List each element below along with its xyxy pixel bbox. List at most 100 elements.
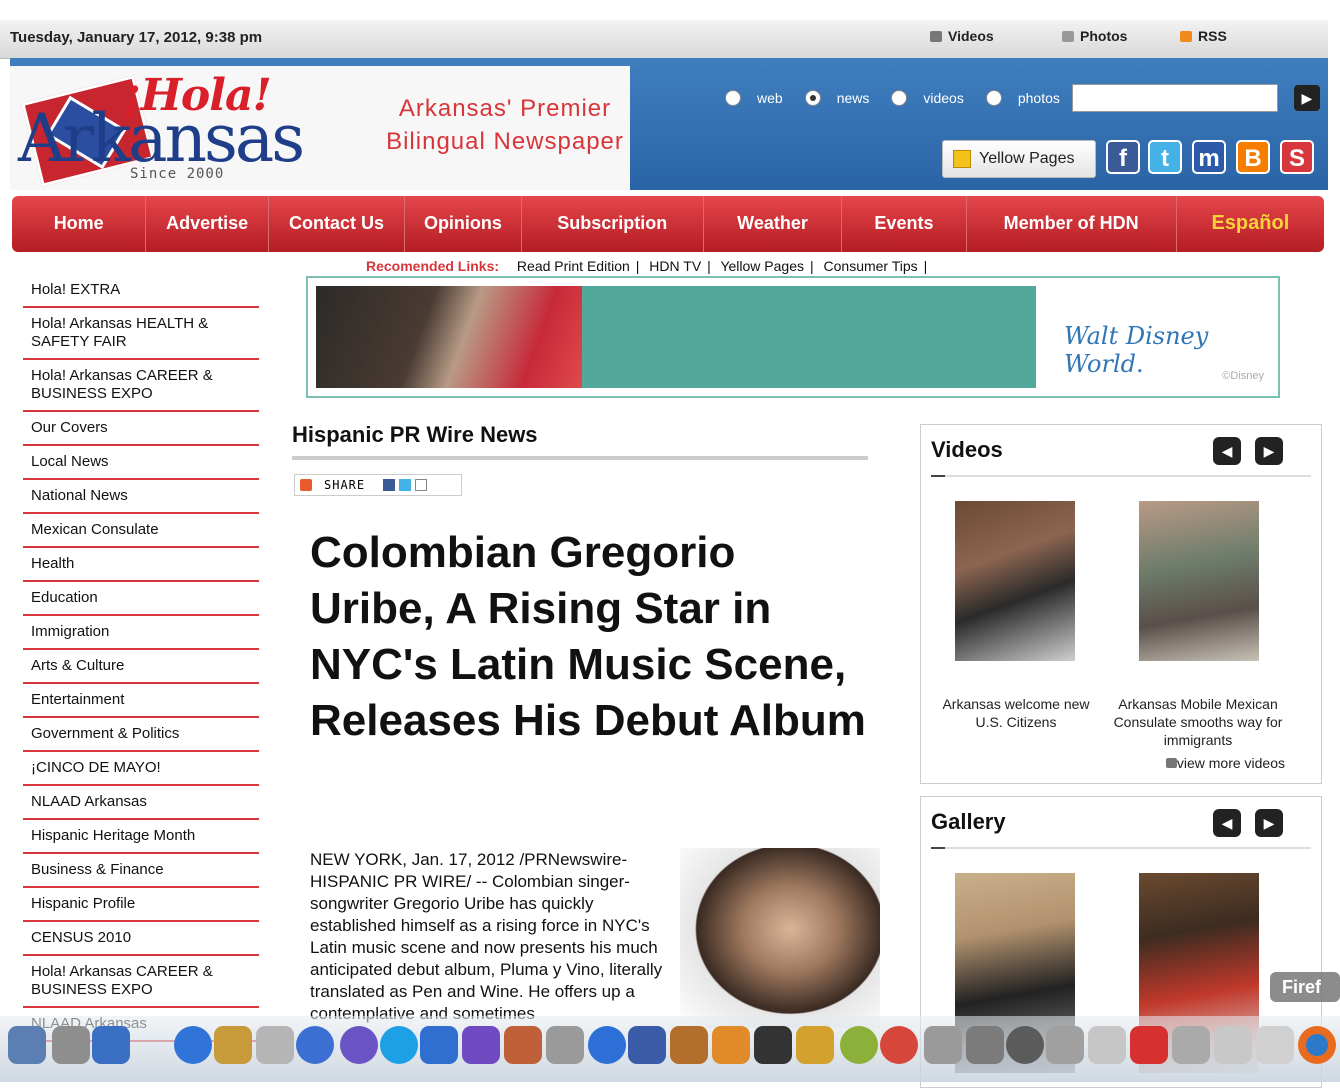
sidebar-item-hispanic-heritage[interactable]: Hispanic Heritage Month <box>23 820 259 854</box>
nav-opinions[interactable]: Opinions <box>405 196 522 252</box>
app-icon[interactable] <box>546 1026 584 1064</box>
utility-icon[interactable] <box>256 1026 294 1064</box>
sidebar-item-education[interactable]: Education <box>23 582 259 616</box>
yellow-pages-button[interactable]: Yellow Pages <box>942 140 1096 178</box>
radio-videos-label[interactable]: videos <box>923 90 963 106</box>
finder-icon[interactable] <box>8 1026 46 1064</box>
blogger-icon[interactable]: B <box>1236 140 1270 174</box>
rss-link[interactable]: RSS <box>1180 28 1227 44</box>
facebook-icon[interactable]: f <box>1106 140 1140 174</box>
email-icon[interactable] <box>415 479 428 491</box>
radio-photos[interactable] <box>985 90 1002 106</box>
dvd-icon[interactable] <box>174 1026 212 1064</box>
myspace-icon[interactable]: m <box>1192 140 1226 174</box>
app-icon[interactable] <box>92 1026 130 1064</box>
powerpoint-icon[interactable] <box>504 1026 542 1064</box>
app-icon[interactable] <box>1006 1026 1044 1064</box>
app-icon[interactable] <box>628 1026 666 1064</box>
link-hdn-tv[interactable]: HDN TV <box>649 258 701 274</box>
videos-link[interactable]: Videos <box>930 28 994 44</box>
sidebar-item-immigration[interactable]: Immigration <box>23 616 259 650</box>
nav-weather[interactable]: Weather <box>704 196 843 252</box>
videos-next-button[interactable]: ▶ <box>1255 437 1283 465</box>
sidebar-item-hola-extra[interactable]: Hola! EXTRA <box>23 274 259 308</box>
preview-icon[interactable] <box>214 1026 252 1064</box>
link-read-print-edition[interactable]: Read Print Edition <box>517 258 630 274</box>
sidebar-item-census-2010[interactable]: CENSUS 2010 <box>23 922 259 956</box>
nav-espanol[interactable]: Español <box>1177 196 1324 252</box>
app-icon[interactable] <box>880 1026 918 1064</box>
sidebar-item-our-covers[interactable]: Our Covers <box>23 412 259 446</box>
nav-events[interactable]: Events <box>842 196 967 252</box>
radio-photos-label[interactable]: photos <box>1018 90 1060 106</box>
pro-icon[interactable] <box>296 1026 334 1064</box>
sidebar-item-cinco-de-mayo[interactable]: ¡CINCO DE MAYO! <box>23 752 259 786</box>
sidebar-item-nlaad[interactable]: NLAAD Arkansas <box>23 786 259 820</box>
sidebar-item-hispanic-profile[interactable]: Hispanic Profile <box>23 888 259 922</box>
sidebar-item-career-expo[interactable]: Hola! Arkansas CAREER & BUSINESS EXPO <box>23 360 259 412</box>
app-icon[interactable] <box>340 1026 378 1064</box>
sidebar-item-national-news[interactable]: National News <box>23 480 259 514</box>
link-consumer-tips[interactable]: Consumer Tips <box>824 258 918 274</box>
photos-link-label[interactable]: Photos <box>1080 28 1127 44</box>
photo-icon[interactable] <box>52 1026 90 1064</box>
sidebar-item-government-politics[interactable]: Government & Politics <box>23 718 259 752</box>
sidebar-item-local-news[interactable]: Local News <box>23 446 259 480</box>
sidebar-item-arts-culture[interactable]: Arts & Culture <box>23 650 259 684</box>
video-caption-citizens[interactable]: Arkansas welcome new U.S. Citizens <box>931 695 1101 731</box>
videos-prev-button[interactable]: ◀ <box>1213 437 1241 465</box>
app-icon[interactable] <box>462 1026 500 1064</box>
sidebar-item-mexican-consulate[interactable]: Mexican Consulate <box>23 514 259 548</box>
share-button[interactable]: SHARE <box>294 474 462 496</box>
nav-subscription[interactable]: Subscription <box>522 196 704 252</box>
nav-advertise[interactable]: Advertise <box>146 196 269 252</box>
app-icon[interactable] <box>796 1026 834 1064</box>
sidebar-item-business-finance[interactable]: Business & Finance <box>23 854 259 888</box>
link-yellow-pages[interactable]: Yellow Pages <box>720 258 804 274</box>
twitter-icon[interactable] <box>399 479 412 491</box>
app-icon[interactable] <box>1046 1026 1084 1064</box>
radio-news[interactable] <box>804 90 821 106</box>
app-icon[interactable] <box>1088 1026 1126 1064</box>
app-icon[interactable] <box>1172 1026 1210 1064</box>
view-more-videos-label[interactable]: view more videos <box>1177 755 1285 771</box>
sidebar-item-career-expo-2[interactable]: Hola! Arkansas CAREER & BUSINESS EXPO <box>23 956 259 1008</box>
sidebar-item-health[interactable]: Health <box>23 548 259 582</box>
video-caption-consulate[interactable]: Arkansas Mobile Mexican Consulate smooth… <box>1113 695 1283 749</box>
garageband-icon[interactable] <box>670 1026 708 1064</box>
radio-news-label[interactable]: news <box>837 90 870 106</box>
video-thumb-citizens[interactable] <box>955 501 1075 661</box>
sidebar-item-health-safety-fair[interactable]: Hola! Arkansas HEALTH & SAFETY FAIR <box>23 308 259 360</box>
facebook-icon[interactable] <box>383 479 396 491</box>
logo[interactable]: ¡Hola! Arkansas Since 2000 Arkansas' Pre… <box>10 66 630 190</box>
search-input[interactable] <box>1071 84 1278 112</box>
nav-contact-us[interactable]: Contact Us <box>269 196 406 252</box>
firefox-icon[interactable] <box>1298 1026 1336 1064</box>
video-thumb-consulate[interactable] <box>1139 501 1259 661</box>
app-icon[interactable] <box>840 1026 878 1064</box>
gallery-next-button[interactable]: ▶ <box>1255 809 1283 837</box>
stumbleupon-icon[interactable]: S <box>1280 140 1314 174</box>
search-go-button[interactable]: ▶ <box>1293 85 1320 111</box>
disney-banner-ad[interactable]: Walt Disney World. ©Disney <box>306 276 1280 398</box>
nav-home[interactable]: Home <box>12 196 147 252</box>
nav-member-of-hdn[interactable]: Member of HDN <box>967 196 1177 252</box>
photos-link[interactable]: Photos <box>1062 28 1127 44</box>
radio-web[interactable] <box>725 90 741 106</box>
twitter-icon[interactable]: t <box>1148 140 1182 174</box>
rss-link-label[interactable]: RSS <box>1198 28 1227 44</box>
sidebar-item-entertainment[interactable]: Entertainment <box>23 684 259 718</box>
radio-web-label[interactable]: web <box>757 90 783 106</box>
view-more-videos-link[interactable]: view more videos <box>1165 755 1285 771</box>
dp-icon[interactable] <box>1130 1026 1168 1064</box>
logic-icon[interactable] <box>712 1026 750 1064</box>
preferences-icon[interactable] <box>966 1026 1004 1064</box>
itunes-icon[interactable] <box>588 1026 626 1064</box>
videos-link-label[interactable]: Videos <box>948 28 994 44</box>
app-icon[interactable] <box>1256 1026 1294 1064</box>
word-icon[interactable] <box>420 1026 458 1064</box>
radio-videos[interactable] <box>891 90 908 106</box>
gallery-prev-button[interactable]: ◀ <box>1213 809 1241 837</box>
piano-icon[interactable] <box>754 1026 792 1064</box>
system-icon[interactable] <box>924 1026 962 1064</box>
